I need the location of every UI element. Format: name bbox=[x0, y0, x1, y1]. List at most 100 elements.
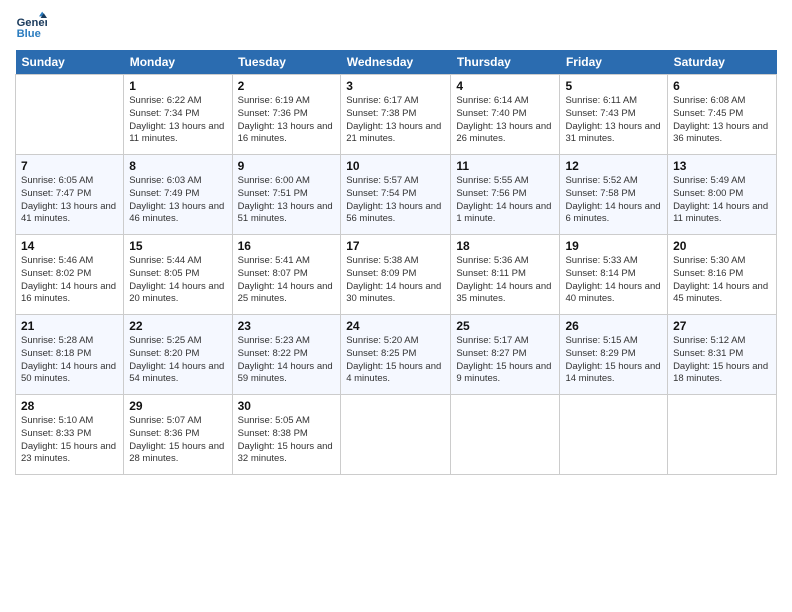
cell-info: Sunrise: 5:28 AMSunset: 8:18 PMDaylight:… bbox=[21, 335, 118, 386]
day-number: 14 bbox=[21, 239, 118, 253]
day-number: 16 bbox=[238, 239, 336, 253]
cell-info: Sunrise: 5:20 AMSunset: 8:25 PMDaylight:… bbox=[346, 335, 445, 386]
cell-info: Sunrise: 5:30 AMSunset: 8:16 PMDaylight:… bbox=[673, 255, 771, 306]
cell-info: Sunrise: 5:33 AMSunset: 8:14 PMDaylight:… bbox=[565, 255, 662, 306]
day-number: 10 bbox=[346, 159, 445, 173]
day-number: 2 bbox=[238, 79, 336, 93]
calendar-cell bbox=[560, 395, 668, 475]
calendar-cell bbox=[341, 395, 451, 475]
day-number: 7 bbox=[21, 159, 118, 173]
day-number: 13 bbox=[673, 159, 771, 173]
calendar-cell: 5Sunrise: 6:11 AMSunset: 7:43 PMDaylight… bbox=[560, 75, 668, 155]
calendar-container: General Blue SundayMondayTuesdayWednesda… bbox=[0, 0, 792, 485]
calendar-week-row: 1 Sunrise: 6:22 AMSunset: 7:34 PMDaylight… bbox=[16, 75, 777, 155]
calendar-cell: 26 Sunrise: 5:15 AMSunset: 8:29 PMDayligh… bbox=[560, 315, 668, 395]
weekday-header-row: SundayMondayTuesdayWednesdayThursdayFrid… bbox=[16, 50, 777, 75]
weekday-header: Thursday bbox=[451, 50, 560, 75]
day-number: 1 bbox=[129, 79, 226, 93]
cell-info: Sunrise: 5:55 AMSunset: 7:56 PMDaylight:… bbox=[456, 175, 554, 226]
calendar-cell: 7Sunrise: 6:05 AMSunset: 7:47 PMDaylight… bbox=[16, 155, 124, 235]
cell-info: Sunrise: 6:17 AMSunset: 7:38 PMDaylight:… bbox=[346, 95, 445, 146]
cell-info: Sunrise: 5:57 AMSunset: 7:54 PMDaylight:… bbox=[346, 175, 445, 226]
day-number: 27 bbox=[673, 319, 771, 333]
cell-info: Sunrise: 6:22 AMSunset: 7:34 PMDaylight:… bbox=[129, 95, 226, 146]
calendar-cell: 11 Sunrise: 5:55 AMSunset: 7:56 PMDayligh… bbox=[451, 155, 560, 235]
svg-text:General: General bbox=[17, 17, 47, 29]
cell-info: Sunrise: 5:44 AMSunset: 8:05 PMDaylight:… bbox=[129, 255, 226, 306]
day-number: 11 bbox=[456, 159, 554, 173]
weekday-header: Friday bbox=[560, 50, 668, 75]
svg-text:Blue: Blue bbox=[17, 28, 41, 40]
day-number: 9 bbox=[238, 159, 336, 173]
day-number: 20 bbox=[673, 239, 771, 253]
cell-info: Sunrise: 6:03 AMSunset: 7:49 PMDaylight:… bbox=[129, 175, 226, 226]
day-number: 4 bbox=[456, 79, 554, 93]
cell-info: Sunrise: 6:08 AMSunset: 7:45 PMDaylight:… bbox=[673, 95, 771, 146]
calendar-cell: 4 Sunrise: 6:14 AMSunset: 7:40 PMDaylight… bbox=[451, 75, 560, 155]
weekday-header: Wednesday bbox=[341, 50, 451, 75]
day-number: 19 bbox=[565, 239, 662, 253]
calendar-cell: 25 Sunrise: 5:17 AMSunset: 8:27 PMDayligh… bbox=[451, 315, 560, 395]
calendar-cell bbox=[668, 395, 777, 475]
calendar-week-row: 28Sunrise: 5:10 AMSunset: 8:33 PMDayligh… bbox=[16, 395, 777, 475]
logo: General Blue bbox=[15, 10, 47, 42]
calendar-cell: 19 Sunrise: 5:33 AMSunset: 8:14 PMDayligh… bbox=[560, 235, 668, 315]
calendar-cell: 17 Sunrise: 5:38 AMSunset: 8:09 PMDayligh… bbox=[341, 235, 451, 315]
day-number: 17 bbox=[346, 239, 445, 253]
calendar-cell: 16 Sunrise: 5:41 AMSunset: 8:07 PMDayligh… bbox=[232, 235, 341, 315]
weekday-header: Saturday bbox=[668, 50, 777, 75]
calendar-cell: 30 Sunrise: 5:05 AMSunset: 8:38 PMDayligh… bbox=[232, 395, 341, 475]
calendar-cell: 2 Sunrise: 6:19 AMSunset: 7:36 PMDaylight… bbox=[232, 75, 341, 155]
day-number: 6 bbox=[673, 79, 771, 93]
day-number: 3 bbox=[346, 79, 445, 93]
calendar-cell: 18Sunrise: 5:36 AMSunset: 8:11 PMDayligh… bbox=[451, 235, 560, 315]
cell-info: Sunrise: 5:17 AMSunset: 8:27 PMDaylight:… bbox=[456, 335, 554, 386]
cell-info: Sunrise: 6:00 AMSunset: 7:51 PMDaylight:… bbox=[238, 175, 336, 226]
calendar-cell: 27 Sunrise: 5:12 AMSunset: 8:31 PMDayligh… bbox=[668, 315, 777, 395]
calendar-week-row: 14 Sunrise: 5:46 AMSunset: 8:02 PMDayligh… bbox=[16, 235, 777, 315]
calendar-cell: 13Sunrise: 5:49 AMSunset: 8:00 PMDayligh… bbox=[668, 155, 777, 235]
calendar-cell: 8 Sunrise: 6:03 AMSunset: 7:49 PMDaylight… bbox=[124, 155, 232, 235]
calendar-cell: 29 Sunrise: 5:07 AMSunset: 8:36 PMDayligh… bbox=[124, 395, 232, 475]
cell-info: Sunrise: 5:10 AMSunset: 8:33 PMDaylight:… bbox=[21, 415, 118, 466]
calendar-cell: 12 Sunrise: 5:52 AMSunset: 7:58 PMDayligh… bbox=[560, 155, 668, 235]
calendar-cell: 14 Sunrise: 5:46 AMSunset: 8:02 PMDayligh… bbox=[16, 235, 124, 315]
cell-info: Sunrise: 5:25 AMSunset: 8:20 PMDaylight:… bbox=[129, 335, 226, 386]
day-number: 21 bbox=[21, 319, 118, 333]
cell-info: Sunrise: 5:52 AMSunset: 7:58 PMDaylight:… bbox=[565, 175, 662, 226]
day-number: 18 bbox=[456, 239, 554, 253]
day-number: 12 bbox=[565, 159, 662, 173]
calendar-cell bbox=[16, 75, 124, 155]
cell-info: Sunrise: 5:15 AMSunset: 8:29 PMDaylight:… bbox=[565, 335, 662, 386]
calendar-cell: 23Sunrise: 5:23 AMSunset: 8:22 PMDayligh… bbox=[232, 315, 341, 395]
cell-info: Sunrise: 6:19 AMSunset: 7:36 PMDaylight:… bbox=[238, 95, 336, 146]
cell-info: Sunrise: 6:14 AMSunset: 7:40 PMDaylight:… bbox=[456, 95, 554, 146]
calendar-cell: 15 Sunrise: 5:44 AMSunset: 8:05 PMDayligh… bbox=[124, 235, 232, 315]
logo-icon: General Blue bbox=[15, 10, 47, 42]
day-number: 8 bbox=[129, 159, 226, 173]
cell-info: Sunrise: 5:46 AMSunset: 8:02 PMDaylight:… bbox=[21, 255, 118, 306]
day-number: 26 bbox=[565, 319, 662, 333]
cell-info: Sunrise: 5:07 AMSunset: 8:36 PMDaylight:… bbox=[129, 415, 226, 466]
calendar-cell: 1 Sunrise: 6:22 AMSunset: 7:34 PMDaylight… bbox=[124, 75, 232, 155]
day-number: 15 bbox=[129, 239, 226, 253]
day-number: 29 bbox=[129, 399, 226, 413]
calendar-cell: 28Sunrise: 5:10 AMSunset: 8:33 PMDayligh… bbox=[16, 395, 124, 475]
day-number: 5 bbox=[565, 79, 662, 93]
cell-info: Sunrise: 5:05 AMSunset: 8:38 PMDaylight:… bbox=[238, 415, 336, 466]
calendar-cell: 10 Sunrise: 5:57 AMSunset: 7:54 PMDayligh… bbox=[341, 155, 451, 235]
cell-info: Sunrise: 5:12 AMSunset: 8:31 PMDaylight:… bbox=[673, 335, 771, 386]
calendar-cell: 22Sunrise: 5:25 AMSunset: 8:20 PMDayligh… bbox=[124, 315, 232, 395]
cell-info: Sunrise: 5:41 AMSunset: 8:07 PMDaylight:… bbox=[238, 255, 336, 306]
weekday-header: Tuesday bbox=[232, 50, 341, 75]
calendar-cell: 6 Sunrise: 6:08 AMSunset: 7:45 PMDaylight… bbox=[668, 75, 777, 155]
cell-info: Sunrise: 5:23 AMSunset: 8:22 PMDaylight:… bbox=[238, 335, 336, 386]
calendar-week-row: 21 Sunrise: 5:28 AMSunset: 8:18 PMDayligh… bbox=[16, 315, 777, 395]
calendar-cell: 21 Sunrise: 5:28 AMSunset: 8:18 PMDayligh… bbox=[16, 315, 124, 395]
day-number: 30 bbox=[238, 399, 336, 413]
calendar-header: General Blue bbox=[15, 10, 777, 42]
cell-info: Sunrise: 5:38 AMSunset: 8:09 PMDaylight:… bbox=[346, 255, 445, 306]
calendar-table: SundayMondayTuesdayWednesdayThursdayFrid… bbox=[15, 50, 777, 475]
day-number: 25 bbox=[456, 319, 554, 333]
weekday-header: Sunday bbox=[16, 50, 124, 75]
